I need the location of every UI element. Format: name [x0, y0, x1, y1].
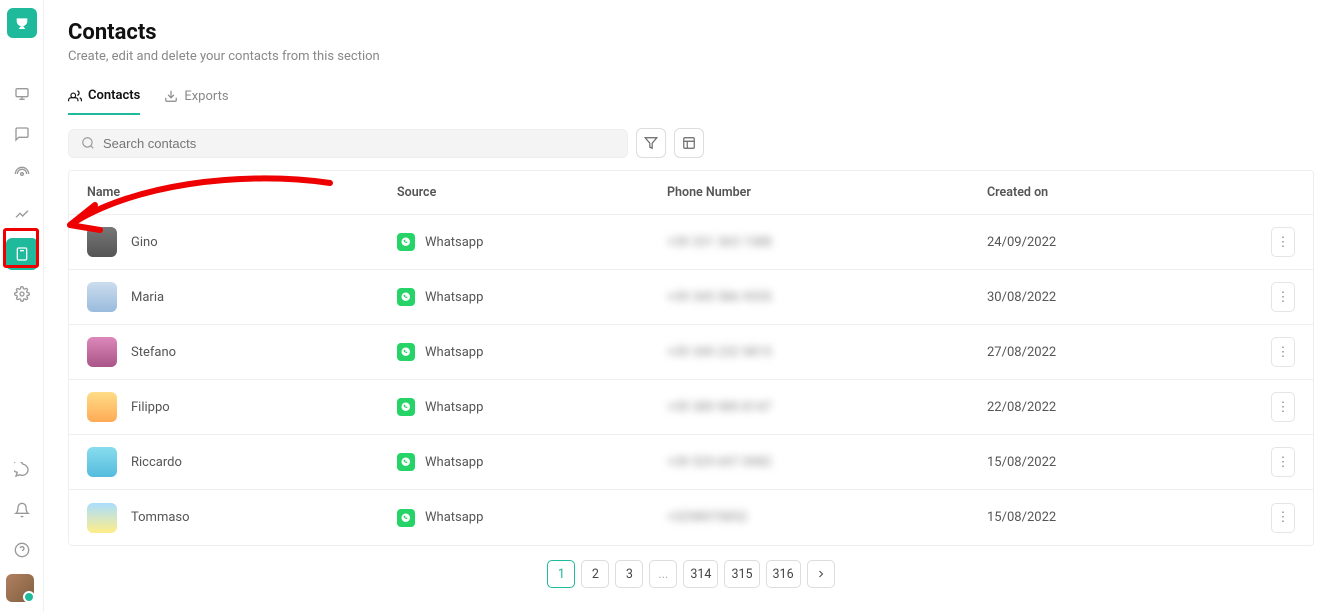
created-date: 15/08/2022 — [987, 455, 1235, 470]
table-row[interactable]: Stefano Whatsapp +39 349 232 9815 27/08/… — [69, 325, 1313, 380]
col-name[interactable]: Name — [87, 185, 397, 200]
page-ellipsis: ... — [649, 560, 677, 588]
table-header: Name Source Phone Number Created on — [69, 171, 1313, 215]
avatar — [87, 503, 117, 533]
page-316[interactable]: 316 — [766, 560, 801, 588]
avatar — [87, 337, 117, 367]
row-actions-button[interactable]: ⋮ — [1271, 227, 1295, 257]
whatsapp-source-icon — [397, 509, 415, 527]
col-phone[interactable]: Phone Number — [667, 185, 987, 200]
contact-name: Maria — [131, 290, 164, 305]
created-date: 27/08/2022 — [987, 345, 1235, 360]
filter-button[interactable] — [636, 128, 666, 158]
search-icon — [81, 136, 95, 150]
whatsapp-source-icon — [397, 453, 415, 471]
row-actions-button[interactable]: ⋮ — [1271, 392, 1295, 422]
contact-name: Stefano — [131, 345, 176, 360]
page-next[interactable] — [807, 560, 835, 588]
contact-name: Tommaso — [131, 510, 190, 525]
toolbar — [68, 128, 1314, 158]
avatar — [87, 227, 117, 257]
source-label: Whatsapp — [425, 290, 483, 305]
page-314[interactable]: 314 — [683, 560, 718, 588]
row-actions-button[interactable]: ⋮ — [1271, 337, 1295, 367]
whatsapp-source-icon — [397, 398, 415, 416]
whatsapp-source-icon — [397, 343, 415, 361]
app-logo[interactable] — [7, 8, 37, 38]
avatar — [87, 282, 117, 312]
whatsapp-source-icon — [397, 233, 415, 251]
main-content: Contacts Create, edit and delete your co… — [44, 0, 1338, 612]
whatsapp-source-icon — [397, 288, 415, 306]
sidebar-lower — [6, 454, 38, 612]
source-label: Whatsapp — [425, 510, 483, 525]
columns-button[interactable] — [674, 128, 704, 158]
page-1[interactable]: 1 — [547, 560, 575, 588]
table-row[interactable]: Riccardo Whatsapp +39 529 697 0982 15/08… — [69, 435, 1313, 490]
contact-name: Filippo — [131, 400, 170, 415]
phone-blurred: +39 529 697 0982 — [667, 455, 772, 470]
avatar — [87, 392, 117, 422]
search-input[interactable] — [103, 136, 615, 151]
search-input-wrapper[interactable] — [68, 129, 628, 158]
phone-blurred: +39 349 232 9815 — [667, 345, 772, 360]
page-2[interactable]: 2 — [581, 560, 609, 588]
row-actions-button[interactable]: ⋮ — [1271, 447, 1295, 477]
page-315[interactable]: 315 — [724, 560, 759, 588]
phone-blurred: +39 389 989 8147 — [667, 400, 772, 415]
page-3[interactable]: 3 — [615, 560, 643, 588]
phone-blurred: +39 345 586 9555 — [667, 290, 772, 305]
monitor-icon[interactable] — [6, 78, 38, 110]
source-label: Whatsapp — [425, 455, 483, 470]
source-label: Whatsapp — [425, 400, 483, 415]
table-row[interactable]: Gino Whatsapp +39 331 365 1388 24/09/202… — [69, 215, 1313, 270]
user-avatar[interactable] — [6, 574, 34, 602]
row-actions-button[interactable]: ⋮ — [1271, 282, 1295, 312]
tab-exports[interactable]: Exports — [164, 88, 228, 114]
tab-contacts-label: Contacts — [88, 88, 140, 103]
contacts-icon[interactable] — [6, 238, 38, 270]
tabs: Contacts Exports — [68, 88, 1314, 114]
created-date: 30/08/2022 — [987, 290, 1235, 305]
tab-contacts[interactable]: Contacts — [68, 88, 140, 115]
contacts-table: Name Source Phone Number Created on Gino… — [68, 170, 1314, 546]
tab-exports-label: Exports — [184, 89, 228, 104]
table-row[interactable]: Maria Whatsapp +39 345 586 9555 30/08/20… — [69, 270, 1313, 325]
broadcast-icon[interactable] — [6, 158, 38, 190]
col-source[interactable]: Source — [397, 185, 667, 200]
created-date: 15/08/2022 — [987, 510, 1235, 525]
source-label: Whatsapp — [425, 345, 483, 360]
phone-blurred: +39 331 365 1388 — [667, 235, 772, 250]
table-row[interactable]: Tommaso Whatsapp +3298970852 15/08/2022 … — [69, 490, 1313, 545]
created-date: 22/08/2022 — [987, 400, 1235, 415]
contact-name: Riccardo — [131, 455, 182, 470]
sidebar — [0, 0, 44, 612]
contact-name: Gino — [131, 235, 158, 250]
source-label: Whatsapp — [425, 235, 483, 250]
page-title: Contacts — [68, 20, 1314, 45]
phone-blurred: +3298970852 — [667, 510, 747, 525]
chat-icon[interactable] — [6, 118, 38, 150]
created-date: 24/09/2022 — [987, 235, 1235, 250]
settings-icon[interactable] — [6, 278, 38, 310]
chevron-right-icon — [815, 568, 827, 580]
whatsapp-icon[interactable] — [6, 454, 38, 486]
table-row[interactable]: Filippo Whatsapp +39 389 989 8147 22/08/… — [69, 380, 1313, 435]
col-created[interactable]: Created on — [987, 185, 1235, 200]
help-icon[interactable] — [6, 534, 38, 566]
row-actions-button[interactable]: ⋮ — [1271, 503, 1295, 533]
avatar — [87, 447, 117, 477]
notification-icon[interactable] — [6, 494, 38, 526]
analytics-icon[interactable] — [6, 198, 38, 230]
pagination: 1 2 3 ... 314 315 316 — [68, 546, 1314, 602]
page-subtitle: Create, edit and delete your contacts fr… — [68, 49, 1314, 64]
